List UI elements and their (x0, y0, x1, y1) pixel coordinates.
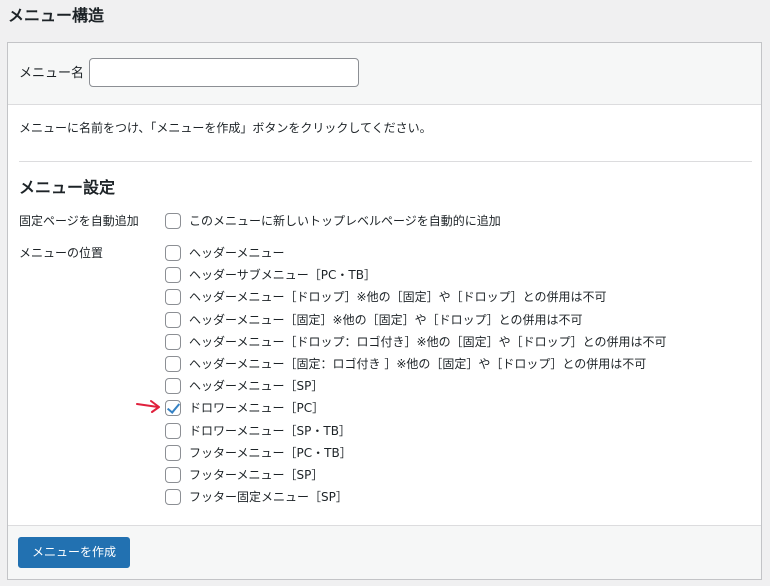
menu-edit-panel: メニュー名 メニューに名前をつけ、「メニューを作成」ボタンをクリックしてください… (7, 42, 762, 580)
checkbox[interactable] (165, 356, 181, 372)
menu-location-option-label: ヘッダーメニュー［固定］※他の［固定］や［ドロップ］との併用は不可 (189, 312, 583, 327)
menu-location-option-label: ドロワーメニュー［PC］ (189, 401, 325, 416)
menu-location-option-label: ヘッダーメニュー［ドロップ：ロゴ付き］※他の［固定］や［ドロップ］との併用は不可 (189, 334, 667, 349)
menu-location-option[interactable]: ヘッダーメニュー［ドロップ］※他の［固定］や［ドロップ］との併用は不可 (165, 288, 606, 306)
page-title: メニュー構造 (8, 6, 105, 25)
menu-location-option-label: ヘッダーメニュー (189, 246, 285, 260)
menu-name-header: メニュー名 (8, 43, 761, 105)
menu-location-option[interactable]: ドロワーメニュー［PC］ (165, 399, 324, 417)
menu-location-option[interactable]: ヘッダーメニュー (165, 244, 285, 262)
auto-add-pages-option[interactable]: このメニューに新しいトップレベルページを自動的に追加 (165, 212, 501, 230)
create-menu-button[interactable]: メニューを作成 (18, 537, 131, 568)
checkbox[interactable] (165, 489, 181, 506)
menu-name-input[interactable] (89, 58, 359, 87)
menu-location-option[interactable]: ヘッダーサブメニュー［PC・TB］ (165, 266, 376, 284)
menu-location-option[interactable]: ヘッダーメニュー［ドロップ：ロゴ付き］※他の［固定］や［ドロップ］との併用は不可 (165, 333, 666, 351)
menu-location-option-label: ヘッダーメニュー［固定：ロゴ付き ］※他の［固定］や［ドロップ］との併用は不可 (189, 357, 647, 371)
checkbox[interactable] (165, 311, 181, 328)
menu-name-label: メニュー名 (19, 66, 85, 81)
menu-location-option[interactable]: フッター固定メニュー［SP］ (165, 488, 348, 506)
checkbox[interactable] (165, 444, 181, 461)
menu-location-label: メニューの位置 (19, 246, 104, 260)
menu-location-option-label: ヘッダーメニュー［ドロップ］※他の［固定］や［ドロップ］との併用は不可 (189, 290, 607, 305)
menu-location-option-label: ドロワーメニュー［SP・TB］ (189, 423, 351, 438)
menu-location-option[interactable]: ドロワーメニュー［SP・TB］ (165, 422, 351, 440)
panel-footer: メニューを作成 (8, 525, 761, 579)
menu-location-option[interactable]: ヘッダーメニュー［SP］ (165, 377, 323, 395)
menu-location-option[interactable]: ヘッダーメニュー［固定：ロゴ付き ］※他の［固定］や［ドロップ］との併用は不可 (165, 355, 646, 373)
divider (19, 161, 752, 162)
menu-settings-title: メニュー設定 (19, 178, 116, 197)
checkbox[interactable] (165, 333, 181, 350)
menu-location-option-label: フッター固定メニュー［SP］ (189, 490, 348, 505)
checkbox[interactable] (165, 267, 181, 284)
checkbox[interactable] (165, 245, 181, 261)
red-arrow-icon (136, 400, 160, 413)
instruction-text: メニューに名前をつけ、「メニューを作成」ボタンをクリックしてください。 (19, 121, 432, 135)
auto-add-pages-label: 固定ページを自動追加 (19, 214, 139, 228)
menu-location-option-label: フッターメニュー［PC・TB］ (189, 445, 352, 460)
checkbox[interactable] (165, 289, 181, 306)
auto-add-checkbox[interactable] (165, 213, 181, 229)
checkbox[interactable] (165, 467, 181, 483)
menu-location-option-label: ヘッダーサブメニュー［PC・TB］ (189, 268, 376, 283)
menu-location-option[interactable]: フッターメニュー［SP］ (165, 466, 323, 484)
menu-location-option[interactable]: フッターメニュー［PC・TB］ (165, 444, 352, 462)
checkbox[interactable] (165, 378, 181, 395)
menu-location-option[interactable]: ヘッダーメニュー［固定］※他の［固定］や［ドロップ］との併用は不可 (165, 311, 582, 329)
checked-checkbox[interactable] (165, 400, 181, 417)
auto-add-option-label: このメニューに新しいトップレベルページを自動的に追加 (189, 214, 501, 228)
menu-location-option-label: フッターメニュー［SP］ (189, 468, 324, 482)
checkbox[interactable] (165, 422, 181, 439)
menu-location-option-label: ヘッダーメニュー［SP］ (189, 379, 324, 394)
